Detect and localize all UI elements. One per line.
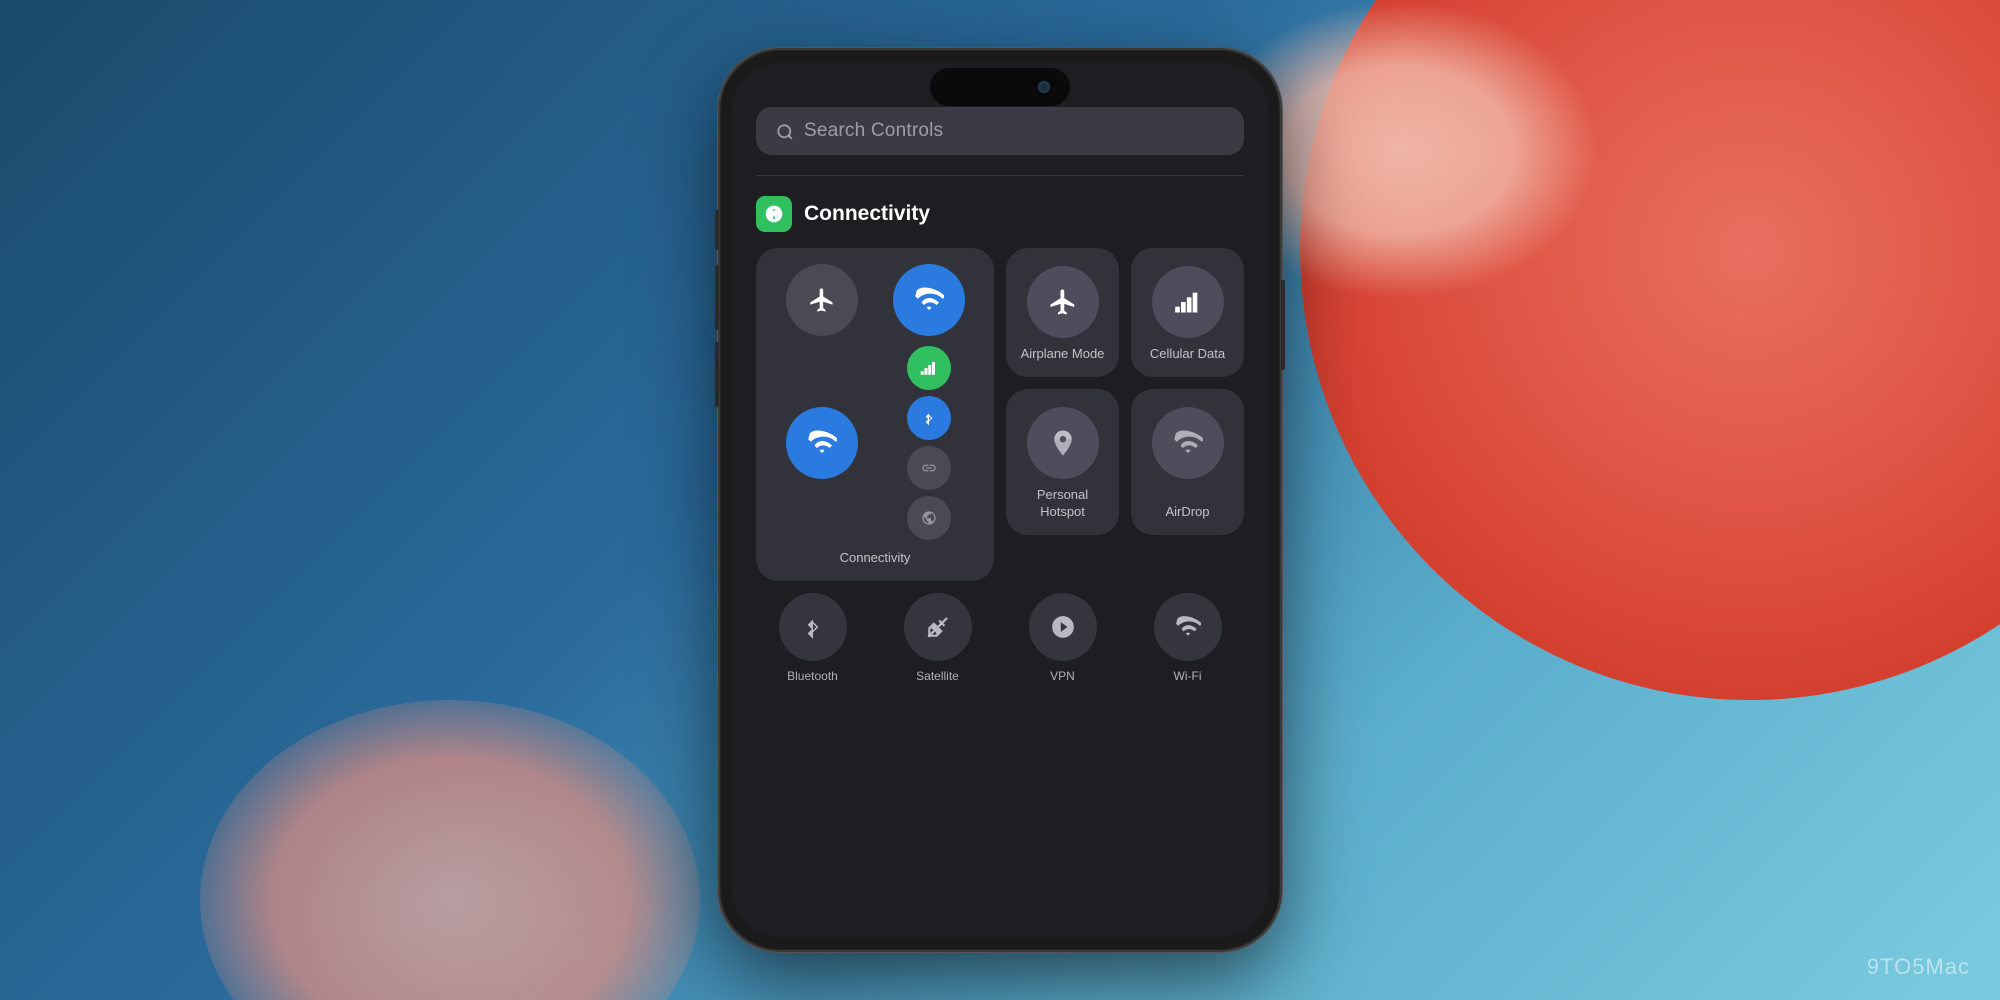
airdrop-label: AirDrop xyxy=(1165,504,1209,521)
conn-top-row xyxy=(772,264,978,336)
right-controls: Airplane Mode Cellular Data xyxy=(1006,248,1244,581)
vpn-label: VPN xyxy=(1050,669,1075,683)
cellular-mini-button[interactable] xyxy=(907,346,951,390)
dynamic-island xyxy=(930,68,1070,106)
bluetooth-label: Bluetooth xyxy=(787,669,838,683)
satellite-control[interactable]: Satellite xyxy=(881,593,994,683)
top-right-row: Airplane Mode Cellular Data xyxy=(1006,248,1244,377)
wifi-label: Wi-Fi xyxy=(1174,669,1202,683)
connectivity-group-block[interactable]: Connectivity xyxy=(756,248,994,581)
airplane-mode-mini-button[interactable] xyxy=(786,264,858,336)
connectivity-label: Connectivity xyxy=(840,550,911,565)
watermark: 9TO5Mac xyxy=(1867,954,1970,980)
vpn-icon-circle xyxy=(1029,593,1097,661)
phone-screen: Search Controls Connectivity xyxy=(732,62,1268,938)
volume-down-button[interactable] xyxy=(715,342,719,407)
personal-hotspot-control[interactable]: PersonalHotspot xyxy=(1006,389,1119,535)
chain-mini-button[interactable] xyxy=(907,446,951,490)
wifi-control[interactable]: Wi-Fi xyxy=(1131,593,1244,683)
section-divider xyxy=(756,175,1244,176)
connectivity-section-header: Connectivity xyxy=(756,196,1244,232)
cellular-data-control[interactable]: Cellular Data xyxy=(1131,248,1244,377)
hotspot-mini-button[interactable] xyxy=(893,264,965,336)
section-title: Connectivity xyxy=(804,202,930,226)
airdrop-control[interactable]: AirDrop xyxy=(1131,389,1244,535)
camera-dot xyxy=(1038,81,1050,93)
cellular-data-label: Cellular Data xyxy=(1150,346,1225,363)
bottom-controls-row: Bluetooth Satellite xyxy=(756,593,1244,683)
bluetooth-icon-circle xyxy=(779,593,847,661)
connectivity-icon xyxy=(756,196,792,232)
controls-grid: Connectivity Air xyxy=(756,248,1244,581)
conn-bottom-row xyxy=(772,346,978,540)
wifi-mini-button[interactable] xyxy=(786,407,858,479)
conn-right-stack xyxy=(879,346,978,540)
globe-mini-button[interactable] xyxy=(907,496,951,540)
satellite-icon-circle xyxy=(904,593,972,661)
personal-hotspot-icon-circle xyxy=(1027,407,1099,479)
personal-hotspot-label: PersonalHotspot xyxy=(1037,487,1088,521)
airplane-mode-control[interactable]: Airplane Mode xyxy=(1006,248,1119,377)
bottom-right-row: PersonalHotspot AirDrop xyxy=(1006,389,1244,535)
phone-body: Search Controls Connectivity xyxy=(720,50,1280,950)
satellite-label: Satellite xyxy=(916,669,959,683)
search-controls-bar[interactable]: Search Controls xyxy=(756,107,1244,155)
screen-content: Search Controls Connectivity xyxy=(732,62,1268,938)
vpn-control[interactable]: VPN xyxy=(1006,593,1119,683)
cellular-data-icon-circle xyxy=(1152,266,1224,338)
bluetooth-mini-button[interactable] xyxy=(907,396,951,440)
search-placeholder: Search Controls xyxy=(804,120,943,142)
airdrop-icon-circle xyxy=(1152,407,1224,479)
wifi-icon-circle xyxy=(1154,593,1222,661)
bluetooth-control[interactable]: Bluetooth xyxy=(756,593,869,683)
phone: Search Controls Connectivity xyxy=(720,50,1280,950)
airplane-mode-label: Airplane Mode xyxy=(1021,346,1105,363)
volume-up-button[interactable] xyxy=(715,265,719,330)
silent-switch xyxy=(715,210,719,250)
power-button[interactable] xyxy=(1281,280,1285,370)
airplane-mode-icon-circle xyxy=(1027,266,1099,338)
search-icon xyxy=(776,121,794,142)
